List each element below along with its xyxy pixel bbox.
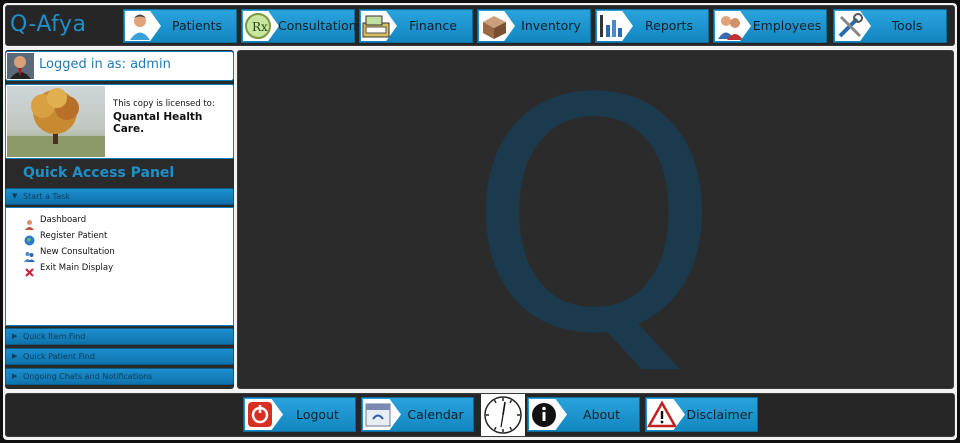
section-label: Ongoing Chats and Notifications (23, 372, 153, 381)
section-quick-item-find[interactable]: ▶ Quick Item Find (5, 328, 234, 345)
section-quick-patient-find[interactable]: ▶ Quick Patient Find (5, 348, 234, 365)
people-icon (24, 247, 35, 262)
login-text: Logged in as: admin (39, 57, 171, 72)
task-label: Exit Main Display (40, 263, 114, 273)
nav-inventory-button[interactable]: Inventory (477, 9, 591, 43)
chevron-right-icon: ▶ (12, 352, 18, 360)
nav-finance-label: Finance (409, 18, 457, 33)
top-nav-bar: Q-Afya Patients Rx Consultations Finance… (5, 5, 955, 46)
tools-icon (835, 11, 871, 41)
user-icon (24, 215, 35, 230)
calendar-icon (363, 399, 401, 430)
task-list: Dashboard Register Patient New Consultat… (5, 207, 234, 326)
section-label: Quick Item Find (23, 332, 86, 341)
nav-inventory-label: Inventory (521, 18, 581, 33)
nav-tools-button[interactable]: Tools (833, 9, 947, 43)
left-panel: Logged in as: admin This copy is license… (5, 50, 234, 389)
chevron-right-icon: ▶ (12, 372, 18, 380)
nav-employees-label: Employees (752, 18, 822, 33)
quick-access-panel-title: Quick Access Panel (23, 165, 175, 181)
nav-consultations-button[interactable]: Rx Consultations (241, 9, 364, 43)
close-icon (24, 263, 35, 277)
login-status: Logged in as: admin (5, 51, 234, 81)
chevron-down-icon: ▼ (12, 192, 18, 200)
nav-patients-button[interactable]: Patients (123, 9, 237, 43)
power-icon (245, 399, 283, 430)
disclaimer-button[interactable]: Disclaimer (645, 397, 758, 432)
bottom-bar: Logout Calendar About Disclaimer (5, 393, 955, 437)
task-label: Dashboard (40, 215, 87, 225)
section-start-a-task[interactable]: ▼ Start a Task (5, 188, 234, 205)
chevron-right-icon: ▶ (12, 332, 18, 340)
info-icon (529, 399, 567, 430)
about-button[interactable]: About (527, 397, 640, 432)
svg-text:Rx: Rx (252, 20, 268, 34)
about-label: About (583, 407, 620, 422)
task-label: Register Patient (40, 231, 108, 241)
tree-image (7, 86, 105, 157)
section-label: Start a Task (23, 192, 70, 201)
cash-register-icon (361, 11, 397, 41)
clock-icon (481, 394, 525, 436)
nav-patients-label: Patients (171, 18, 223, 33)
logout-button[interactable]: Logout (243, 397, 356, 432)
section-ongoing-chats[interactable]: ▶ Ongoing Chats and Notifications (5, 368, 234, 385)
nav-reports-button[interactable]: Reports (595, 9, 709, 43)
nav-employees-button[interactable]: Employees (713, 9, 827, 43)
box-icon (479, 11, 515, 41)
calendar-label: Calendar (407, 407, 464, 422)
avatar (7, 53, 34, 79)
disclaimer-label: Disclaimer (686, 407, 753, 422)
rx-icon: Rx (243, 11, 279, 41)
calendar-button[interactable]: Calendar (361, 397, 474, 432)
employees-icon (715, 11, 751, 41)
section-label: Quick Patient Find (23, 352, 95, 361)
nav-reports-label: Reports (645, 18, 693, 33)
watermark-logo: Q (468, 50, 720, 389)
globe-icon (24, 231, 35, 246)
nav-finance-button[interactable]: Finance (359, 9, 473, 43)
license-caption: This copy is licensed to: (113, 99, 215, 109)
license-box: This copy is licensed to: Quantal Health… (5, 84, 234, 159)
main-display: Q (237, 50, 954, 389)
task-label: New Consultation (40, 247, 115, 257)
license-holder: Quantal Health Care. (113, 111, 203, 135)
logout-label: Logout (296, 407, 339, 422)
warning-icon (647, 399, 685, 430)
nav-consultations-label: Consultations (278, 18, 364, 33)
nav-tools-label: Tools (891, 18, 923, 33)
report-icon (597, 11, 633, 41)
patients-icon (125, 11, 161, 41)
app-title: Q-Afya (10, 12, 87, 37)
